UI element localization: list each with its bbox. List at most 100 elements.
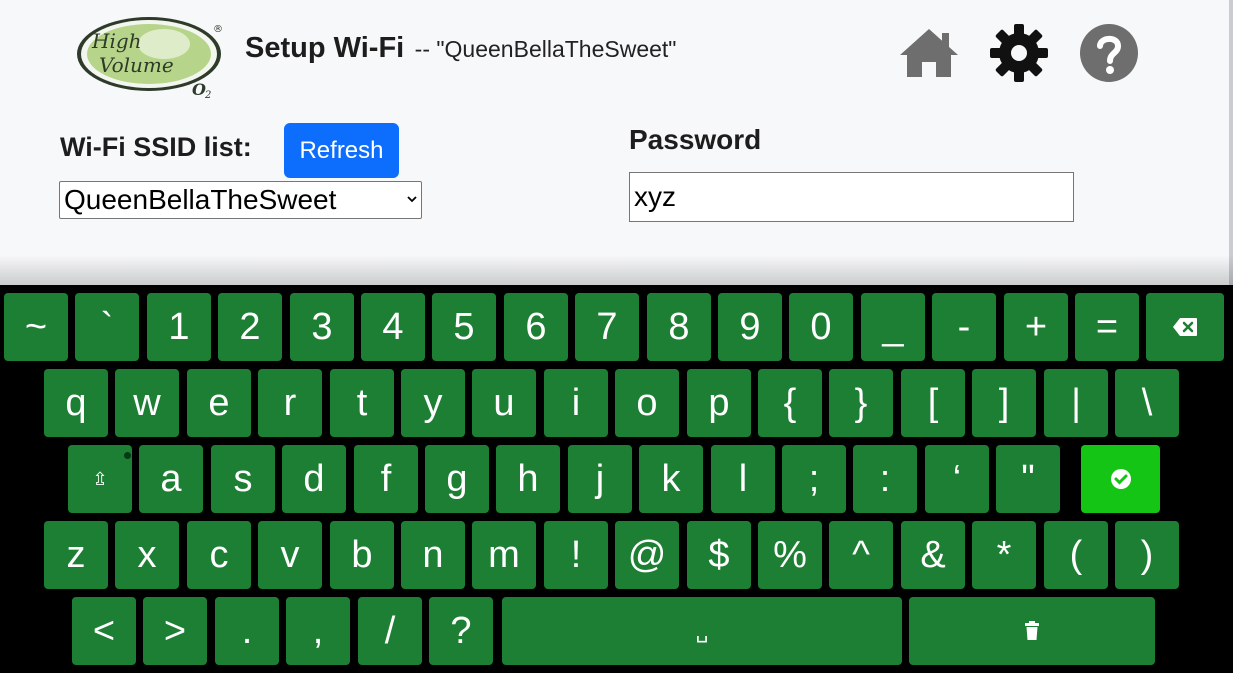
key-slash[interactable]: / bbox=[358, 597, 422, 665]
key-colon[interactable]: : bbox=[853, 445, 917, 513]
key-label: @ bbox=[627, 533, 667, 576]
key-dollar[interactable]: $ bbox=[687, 521, 751, 589]
key-asterisk[interactable]: * bbox=[972, 521, 1036, 589]
key-label: l bbox=[738, 457, 748, 500]
shift-icon: ⇫ bbox=[92, 468, 108, 489]
key-label: { bbox=[783, 381, 797, 424]
password-input[interactable] bbox=[629, 172, 1074, 222]
key-v[interactable]: v bbox=[258, 521, 322, 589]
key-b[interactable]: b bbox=[330, 521, 394, 589]
ssid-select[interactable]: QueenBellaTheSweet bbox=[59, 181, 422, 219]
key-lbracket[interactable]: [ bbox=[901, 369, 965, 437]
key-5[interactable]: 5 bbox=[432, 293, 496, 361]
key-comma[interactable]: , bbox=[286, 597, 350, 665]
key-ampersand[interactable]: & bbox=[901, 521, 965, 589]
key-u[interactable]: u bbox=[472, 369, 536, 437]
key-q[interactable]: q bbox=[44, 369, 108, 437]
key-label: . bbox=[241, 609, 253, 652]
key-a[interactable]: a bbox=[139, 445, 203, 513]
key-space[interactable]: ␣ bbox=[502, 597, 902, 665]
key-f[interactable]: f bbox=[354, 445, 418, 513]
key-pipe[interactable]: | bbox=[1044, 369, 1108, 437]
key-i[interactable]: i bbox=[544, 369, 608, 437]
page-title: Setup Wi-Fi bbox=[245, 32, 405, 64]
key-n[interactable]: n bbox=[401, 521, 465, 589]
key-underscore[interactable]: _ bbox=[861, 293, 925, 361]
key-percent[interactable]: % bbox=[758, 521, 822, 589]
key-2[interactable]: 2 bbox=[218, 293, 282, 361]
key-p[interactable]: p bbox=[687, 369, 751, 437]
key-lbrace[interactable]: { bbox=[758, 369, 822, 437]
key-quote[interactable]: ‘ bbox=[925, 445, 989, 513]
key-label: e bbox=[208, 381, 230, 424]
key-z[interactable]: z bbox=[44, 521, 108, 589]
key-o[interactable]: o bbox=[615, 369, 679, 437]
home-button[interactable] bbox=[898, 22, 960, 84]
key-rbracket[interactable]: ] bbox=[972, 369, 1036, 437]
key-h[interactable]: h bbox=[496, 445, 560, 513]
settings-button[interactable] bbox=[988, 22, 1050, 84]
key-y[interactable]: y bbox=[401, 369, 465, 437]
key-x[interactable]: x bbox=[115, 521, 179, 589]
key-exclaim[interactable]: ! bbox=[544, 521, 608, 589]
key-r[interactable]: r bbox=[258, 369, 322, 437]
key-label: b bbox=[351, 533, 373, 576]
key-label: , bbox=[312, 609, 324, 652]
key-label: ? bbox=[450, 609, 472, 652]
key-1[interactable]: 1 bbox=[147, 293, 211, 361]
key-greater-than[interactable]: > bbox=[143, 597, 207, 665]
key-shift[interactable]: ⇫ bbox=[68, 445, 132, 513]
key-label: j bbox=[595, 457, 605, 500]
key-semicolon[interactable]: ; bbox=[782, 445, 846, 513]
key-9[interactable]: 9 bbox=[718, 293, 782, 361]
key-label: ! bbox=[570, 533, 582, 576]
key-m[interactable]: m bbox=[472, 521, 536, 589]
key-c[interactable]: c bbox=[187, 521, 251, 589]
key-backslash[interactable]: \ bbox=[1115, 369, 1179, 437]
key-dquote[interactable]: " bbox=[996, 445, 1060, 513]
key-g[interactable]: g bbox=[425, 445, 489, 513]
key-0[interactable]: 0 bbox=[789, 293, 853, 361]
key-j[interactable]: j bbox=[568, 445, 632, 513]
key-label: ` bbox=[100, 305, 114, 348]
key-rparen[interactable]: ) bbox=[1115, 521, 1179, 589]
key-plus[interactable]: + bbox=[1004, 293, 1068, 361]
key-minus[interactable]: - bbox=[932, 293, 996, 361]
key-backspace[interactable] bbox=[1146, 293, 1224, 361]
key-tilde[interactable]: ~ bbox=[4, 293, 68, 361]
key-label: 7 bbox=[596, 305, 618, 348]
key-at[interactable]: @ bbox=[615, 521, 679, 589]
key-l[interactable]: l bbox=[711, 445, 775, 513]
key-4[interactable]: 4 bbox=[361, 293, 425, 361]
key-caret[interactable]: ^ bbox=[829, 521, 893, 589]
chevron-down-icon bbox=[407, 190, 417, 206]
key-label: $ bbox=[708, 533, 730, 576]
key-7[interactable]: 7 bbox=[575, 293, 639, 361]
key-3[interactable]: 3 bbox=[290, 293, 354, 361]
key-d[interactable]: d bbox=[282, 445, 346, 513]
key-e[interactable]: e bbox=[187, 369, 251, 437]
key-backtick[interactable]: ` bbox=[75, 293, 139, 361]
key-label: + bbox=[1024, 305, 1048, 348]
help-button[interactable] bbox=[1078, 22, 1140, 84]
key-equals[interactable]: = bbox=[1075, 293, 1139, 361]
key-w[interactable]: w bbox=[115, 369, 179, 437]
key-enter[interactable] bbox=[1081, 445, 1160, 513]
key-rbrace[interactable]: } bbox=[829, 369, 893, 437]
key-6[interactable]: 6 bbox=[504, 293, 568, 361]
key-s[interactable]: s bbox=[211, 445, 275, 513]
refresh-button[interactable]: Refresh bbox=[284, 123, 399, 178]
key-period[interactable]: . bbox=[215, 597, 279, 665]
help-icon bbox=[1080, 24, 1138, 82]
key-label: a bbox=[160, 457, 182, 500]
key-k[interactable]: k bbox=[639, 445, 703, 513]
key-less-than[interactable]: < bbox=[72, 597, 136, 665]
key-question[interactable]: ? bbox=[429, 597, 493, 665]
key-8[interactable]: 8 bbox=[647, 293, 711, 361]
key-label: > bbox=[163, 609, 187, 652]
key-label: / bbox=[384, 609, 396, 652]
key-lparen[interactable]: ( bbox=[1044, 521, 1108, 589]
key-t[interactable]: t bbox=[330, 369, 394, 437]
key-label: h bbox=[517, 457, 539, 500]
key-clear[interactable] bbox=[909, 597, 1155, 665]
